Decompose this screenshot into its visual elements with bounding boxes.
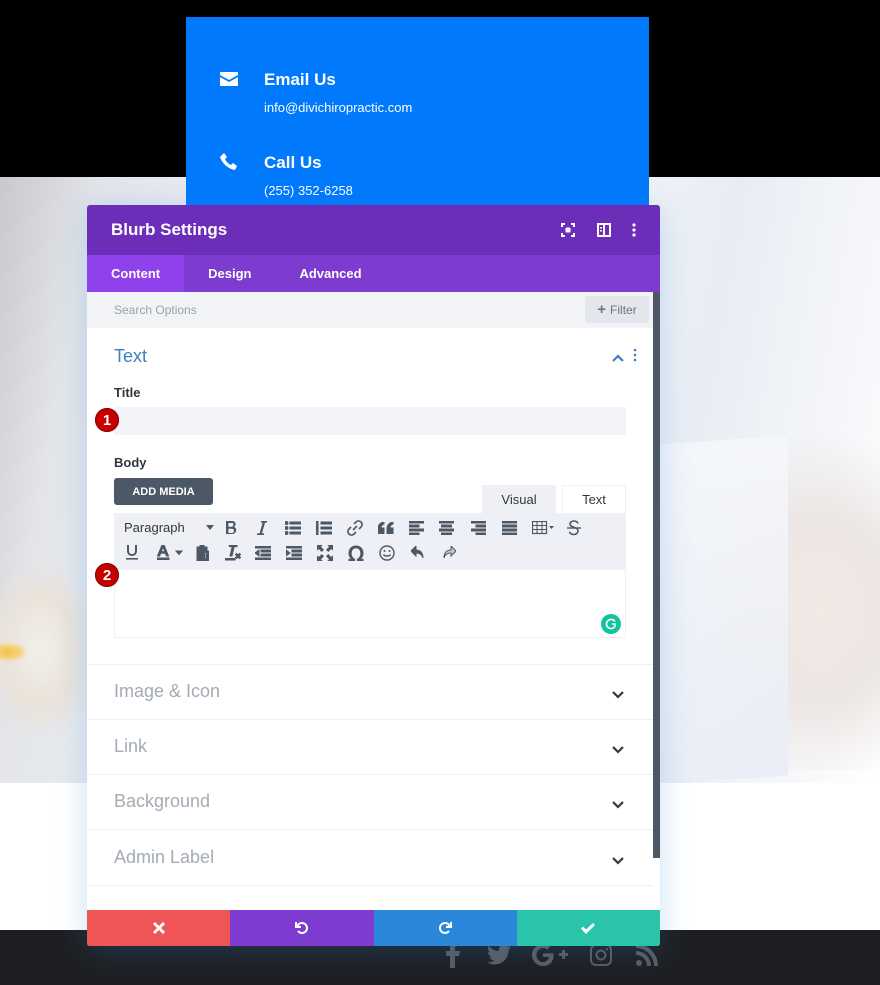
outdent-icon[interactable] bbox=[252, 542, 274, 564]
scrollbar[interactable] bbox=[653, 292, 660, 858]
toolbar-row: Paragraph bbox=[114, 515, 591, 540]
flower-center bbox=[0, 640, 30, 664]
body-editor[interactable] bbox=[114, 570, 626, 638]
split-view-icon[interactable] bbox=[595, 221, 613, 239]
envelope-icon bbox=[220, 72, 240, 92]
settings-tabs: Content Design Advanced bbox=[87, 255, 660, 292]
chevron-down-icon bbox=[611, 687, 625, 699]
bullet-list-icon[interactable] bbox=[282, 517, 304, 539]
special-character-icon[interactable] bbox=[336, 542, 376, 564]
contact-title: Call Us bbox=[264, 153, 322, 172]
fullscreen-editor-icon[interactable] bbox=[314, 542, 336, 564]
section-label: Background bbox=[114, 791, 211, 811]
filter-label: Filter bbox=[610, 302, 637, 317]
section-text: Text Title Body ADD MEDIA Visual Text Pa… bbox=[87, 328, 653, 665]
blockquote-icon[interactable] bbox=[366, 517, 406, 539]
add-media-button[interactable]: ADD MEDIA bbox=[114, 478, 213, 505]
fullscreen-icon[interactable] bbox=[559, 221, 577, 239]
contact-email[interactable]: info@divichiropractic.com bbox=[264, 100, 412, 115]
align-right-icon[interactable] bbox=[467, 517, 489, 539]
chevron-down-icon bbox=[611, 742, 625, 754]
undo-button[interactable] bbox=[230, 910, 374, 946]
save-button[interactable] bbox=[516, 910, 660, 946]
editor-tab-visual[interactable]: Visual bbox=[482, 485, 556, 513]
blurb-settings-modal: Blurb Settings Content Design Advanced +… bbox=[87, 205, 660, 946]
modal-footer bbox=[87, 910, 660, 946]
cancel-button[interactable] bbox=[87, 910, 231, 946]
table-icon[interactable] bbox=[529, 517, 557, 539]
search-bar: + Filter bbox=[87, 292, 653, 328]
tab-content[interactable]: Content bbox=[87, 255, 185, 292]
section-image-icon[interactable]: Image & Icon bbox=[87, 665, 653, 720]
more-options-icon[interactable] bbox=[625, 221, 643, 239]
chevron-down-icon bbox=[611, 797, 625, 809]
italic-icon[interactable] bbox=[242, 517, 282, 539]
dropdown-arrow-icon bbox=[206, 525, 214, 530]
contact-card: Email Us info@divichiropractic.com Call … bbox=[186, 17, 649, 217]
emoji-icon[interactable] bbox=[376, 542, 398, 564]
numbered-list-icon[interactable] bbox=[304, 517, 344, 539]
section-admin-label[interactable]: Admin Label bbox=[87, 831, 653, 886]
chevron-up-icon[interactable] bbox=[611, 350, 625, 364]
redo-button[interactable] bbox=[373, 910, 517, 946]
editor-tab-text[interactable]: Text bbox=[562, 485, 626, 513]
indent-icon[interactable] bbox=[274, 542, 314, 564]
section-label: Link bbox=[114, 736, 148, 756]
undo-icon bbox=[294, 922, 308, 934]
section-background[interactable]: Background bbox=[87, 775, 653, 830]
redo-icon bbox=[439, 922, 453, 934]
phone-icon bbox=[220, 153, 240, 173]
contact-title: Email Us bbox=[264, 70, 336, 89]
tab-advanced[interactable]: Advanced bbox=[275, 255, 385, 292]
bold-icon[interactable] bbox=[220, 517, 242, 539]
body-label: Body bbox=[114, 455, 147, 470]
text-color-icon[interactable] bbox=[150, 542, 190, 564]
clear-formatting-icon[interactable] bbox=[214, 542, 252, 564]
underline-icon[interactable] bbox=[114, 542, 150, 564]
plus-icon: + bbox=[597, 301, 607, 318]
section-more-icon[interactable] bbox=[633, 348, 645, 366]
link-icon[interactable] bbox=[344, 517, 366, 539]
modal-header[interactable]: Blurb Settings bbox=[87, 205, 660, 255]
strikethrough-icon[interactable] bbox=[557, 517, 591, 539]
title-input[interactable] bbox=[114, 407, 626, 435]
modal-title: Blurb Settings bbox=[111, 220, 228, 239]
section-title[interactable]: Text bbox=[114, 346, 147, 367]
annotation-badge-2: 2 bbox=[95, 563, 119, 587]
grammarly-icon[interactable] bbox=[601, 614, 621, 634]
checkmark-icon bbox=[581, 922, 596, 934]
format-select-value: Paragraph bbox=[124, 520, 185, 535]
align-center-icon[interactable] bbox=[426, 517, 467, 539]
close-icon bbox=[152, 922, 165, 934]
tab-design[interactable]: Design bbox=[184, 255, 275, 292]
section-link[interactable]: Link bbox=[87, 720, 653, 775]
annotation-badge-1: 1 bbox=[95, 408, 119, 432]
box-image bbox=[660, 435, 788, 785]
align-justify-icon[interactable] bbox=[489, 517, 529, 539]
align-left-icon[interactable] bbox=[406, 517, 426, 539]
paste-as-text-icon[interactable] bbox=[190, 542, 214, 564]
search-options-input[interactable] bbox=[87, 292, 577, 328]
editor-toolbar: Paragraph bbox=[114, 513, 626, 570]
format-select[interactable]: Paragraph bbox=[114, 517, 220, 539]
title-label: Title bbox=[114, 385, 141, 400]
chevron-down-icon bbox=[611, 853, 625, 865]
redo-icon[interactable] bbox=[438, 542, 460, 564]
undo-icon[interactable] bbox=[398, 542, 438, 564]
contact-phone[interactable]: (255) 352-6258 bbox=[264, 183, 353, 198]
section-label: Admin Label bbox=[114, 847, 215, 867]
section-label: Image & Icon bbox=[114, 681, 221, 701]
filter-button[interactable]: + Filter bbox=[585, 296, 649, 323]
toolbar-row bbox=[114, 540, 460, 565]
